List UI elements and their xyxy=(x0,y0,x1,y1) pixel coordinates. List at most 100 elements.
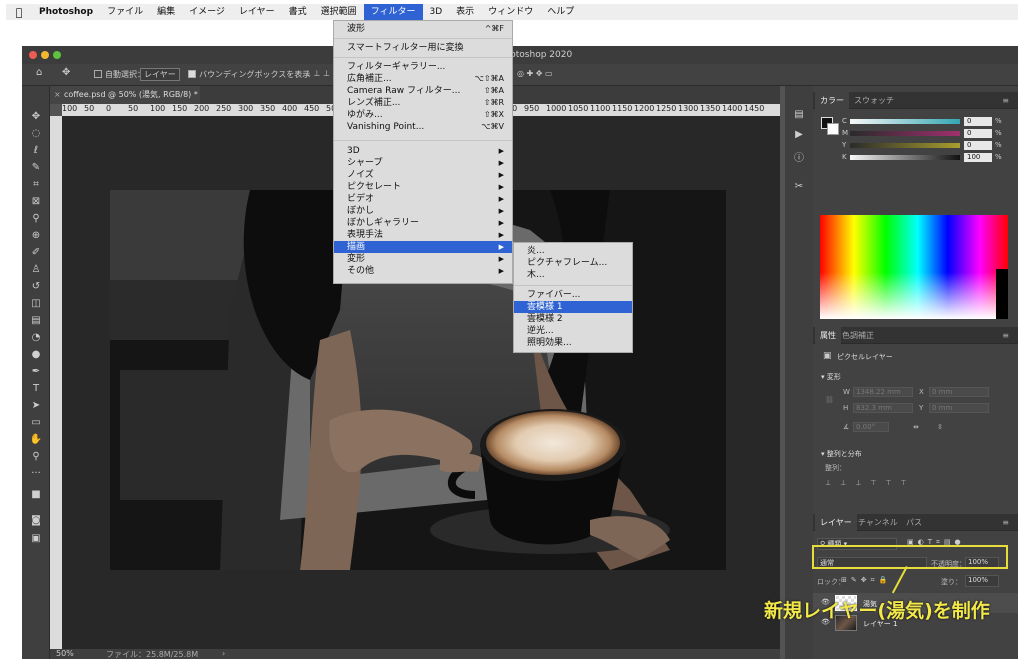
clone-stamp-icon[interactable]: ♙ xyxy=(28,263,44,277)
transform-section-header[interactable]: ▾ 変形 xyxy=(821,372,841,382)
menu-item-filter-gallery[interactable]: フィルターギャラリー... xyxy=(334,61,512,73)
frame-tool-icon[interactable]: ⊠ xyxy=(28,195,44,209)
menu-item-render[interactable]: 描画 ▶ xyxy=(334,241,512,253)
blur-tool-icon[interactable]: ◔ xyxy=(28,331,44,345)
more-tools-icon[interactable]: ··· xyxy=(28,467,44,481)
width-field[interactable]: 1348.22 mm xyxy=(853,387,913,397)
auto-select-checkbox[interactable]: 自動選択： xyxy=(94,69,145,80)
gradient-tool-icon[interactable]: ▤ xyxy=(28,314,44,328)
menu-item-lens-flare[interactable]: 逆光... xyxy=(514,325,632,337)
menu-item-fibers[interactable]: ファイバー... xyxy=(514,289,632,301)
yellow-slider[interactable]: Y 0 % xyxy=(842,141,1012,151)
type-tool-icon[interactable]: T xyxy=(28,382,44,396)
align-icons[interactable]: ⊥ ⊥ ⊥ xyxy=(304,69,330,78)
menu-item-noise[interactable]: ノイズ ▶ xyxy=(334,169,512,181)
angle-field[interactable]: 0.00° xyxy=(853,422,889,432)
3d-mode-icons[interactable]: ◎ ✚ ✥ ▭ xyxy=(517,69,553,78)
panel-menu-icon[interactable]: ≡ xyxy=(997,327,1014,344)
menu-layer[interactable]: レイヤー xyxy=(232,4,282,20)
zoom-level[interactable]: 50% xyxy=(56,649,74,658)
menu-item-picture-frame[interactable]: ピクチャフレーム... xyxy=(514,257,632,269)
menu-help[interactable]: ヘルプ xyxy=(540,4,581,20)
menu-item-convert-smart-filter[interactable]: スマートフィルター用に変換 xyxy=(334,42,512,54)
menu-item-lighting-effects[interactable]: 照明効果... xyxy=(514,337,632,349)
menu-item-lens-correction[interactable]: レンズ補正... ⇧⌘R xyxy=(334,97,512,109)
magenta-value[interactable]: 0 xyxy=(964,129,992,138)
menu-item-clouds-2[interactable]: 雲模様 2 xyxy=(514,313,632,325)
menu-item-pixelate[interactable]: ピクセレート ▶ xyxy=(334,181,512,193)
menu-item-distort[interactable]: 変形 ▶ xyxy=(334,253,512,265)
yellow-value[interactable]: 0 xyxy=(964,141,992,150)
y-field[interactable]: 0 mm xyxy=(929,403,989,413)
cyan-value[interactable]: 0 xyxy=(964,117,992,126)
cyan-slider[interactable]: C 0 % xyxy=(842,117,1012,127)
status-menu-chevron-icon[interactable]: › xyxy=(222,649,225,658)
rectangle-tool-icon[interactable]: ▭ xyxy=(28,416,44,430)
panel-menu-icon[interactable]: ≡ xyxy=(997,514,1014,531)
move-tool-icon[interactable]: ✥ xyxy=(28,110,44,124)
background-color-swatch[interactable] xyxy=(827,123,839,135)
actions-play-icon[interactable]: ▶ xyxy=(791,128,807,142)
menu-item-other[interactable]: その他 ▶ xyxy=(334,265,512,277)
align-section-header[interactable]: ▾ 整列と分布 xyxy=(821,449,862,459)
menu-type[interactable]: 書式 xyxy=(282,4,314,20)
magenta-slider[interactable]: M 0 % xyxy=(842,129,1012,139)
crop-tool-icon[interactable]: ⌗ xyxy=(28,178,44,192)
layer-select-dropdown[interactable]: レイヤー xyxy=(140,68,180,81)
pen-tool-icon[interactable]: ✒ xyxy=(28,365,44,379)
dodge-tool-icon[interactable]: ● xyxy=(28,348,44,362)
move-tool-icon[interactable]: ✥ xyxy=(62,67,70,78)
menu-item-video[interactable]: ビデオ ▶ xyxy=(334,193,512,205)
tab-paths[interactable]: パス xyxy=(901,514,927,531)
color-spectrum[interactable] xyxy=(820,215,1008,319)
tab-color[interactable]: カラー xyxy=(815,92,849,109)
menu-item-blur-gallery[interactable]: ぼかしギャラリー ▶ xyxy=(334,217,512,229)
menu-item-clouds-1[interactable]: 雲模様 1 xyxy=(514,301,632,313)
healing-brush-icon[interactable]: ⊕ xyxy=(28,229,44,243)
menu-file[interactable]: ファイル xyxy=(100,4,150,20)
fill-field[interactable]: 100% xyxy=(965,575,999,587)
menu-item-wave[interactable]: 波形 ^⌘F xyxy=(334,23,512,35)
spectrum-black-strip[interactable] xyxy=(996,269,1008,319)
menu-item-liquify[interactable]: ゆがみ... ⇧⌘X xyxy=(334,109,512,121)
document-tab[interactable]: × coffee.psd @ 50% (湯気, RGB/8) * xyxy=(50,86,200,104)
quick-mask-icon[interactable]: ◙ xyxy=(28,514,44,528)
marquee-tool-icon[interactable]: ◌ xyxy=(28,127,44,141)
bounding-box-checkbox[interactable]: バウンディングボックスを表示 xyxy=(188,69,310,80)
quick-select-tool-icon[interactable]: ✎ xyxy=(28,161,44,175)
menu-item-camera-raw[interactable]: Camera Raw フィルター... ⇧⌘A xyxy=(334,85,512,97)
brush-tool-icon[interactable]: ✐ xyxy=(28,246,44,260)
menu-item-vanishing-point[interactable]: Vanishing Point... ⌥⌘V xyxy=(334,121,512,133)
menu-view[interactable]: 表示 xyxy=(449,4,481,20)
hand-tool-icon[interactable]: ✋ xyxy=(28,433,44,447)
menu-item-stylize[interactable]: 表現手法 ▶ xyxy=(334,229,512,241)
tab-layers[interactable]: レイヤー xyxy=(815,514,857,531)
tools-preset-icon[interactable]: ✂ xyxy=(791,180,807,194)
menu-image[interactable]: イメージ xyxy=(182,4,232,20)
menu-item-adaptive-wide-angle[interactable]: 広角補正... ⌥⇧⌘A xyxy=(334,73,512,85)
menu-item-3d[interactable]: 3D ▶ xyxy=(334,145,512,157)
menu-window[interactable]: ウィンドウ xyxy=(481,4,540,20)
align-buttons-icons[interactable]: ⊥⊥⊥⊤⊤⊤ xyxy=(825,479,916,487)
menu-item-tree[interactable]: 木... xyxy=(514,269,632,281)
lock-icons[interactable]: ⊞✎✥⌗🔒 xyxy=(841,576,891,585)
zoom-tool-icon[interactable]: ⚲ xyxy=(28,450,44,464)
menu-3d[interactable]: 3D xyxy=(423,4,450,20)
panel-menu-icon[interactable]: ≡ xyxy=(997,92,1014,109)
menu-select[interactable]: 選択範囲 xyxy=(314,4,364,20)
menu-item-sharpen[interactable]: シャープ ▶ xyxy=(334,157,512,169)
tab-adjustments[interactable]: 色調補正 xyxy=(837,327,879,344)
link-icon[interactable]: ⛓ xyxy=(825,396,834,404)
path-select-icon[interactable]: ➤ xyxy=(28,399,44,413)
x-field[interactable]: 0 mm xyxy=(929,387,989,397)
black-value[interactable]: 100 xyxy=(964,153,992,162)
home-icon[interactable]: ⌂ xyxy=(36,67,42,78)
black-slider[interactable]: K 100 % xyxy=(842,153,1012,163)
menu-edit[interactable]: 編集 xyxy=(150,4,182,20)
tab-channels[interactable]: チャンネル xyxy=(853,514,903,531)
tab-swatches[interactable]: スウォッチ xyxy=(849,92,899,109)
history-brush-icon[interactable]: ↺ xyxy=(28,280,44,294)
flip-horizontal-icon[interactable]: ⇹ xyxy=(913,423,919,431)
apple-icon[interactable]:  xyxy=(6,6,32,19)
history-panel-icon[interactable]: ▤ xyxy=(791,108,807,122)
